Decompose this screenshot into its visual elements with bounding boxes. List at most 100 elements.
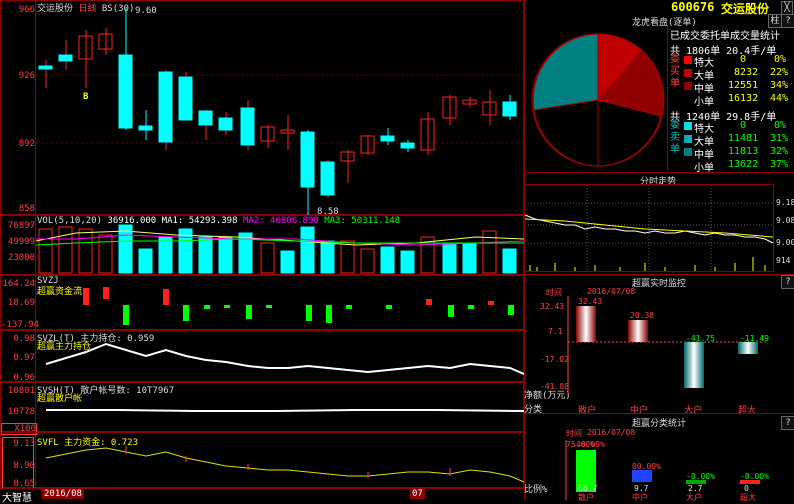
buy-swatch xyxy=(684,95,692,103)
accounts-line xyxy=(46,409,525,412)
question-icon[interactable]: ? xyxy=(781,275,794,289)
sell-row: 特大 0 0% xyxy=(682,120,794,135)
monitor-category: 超大 xyxy=(738,406,757,416)
price-axis-label: 892 xyxy=(18,139,35,149)
candle xyxy=(300,131,315,188)
svsh-axis-label: 10801 xyxy=(7,386,35,396)
svzj-axis-label: -137.94 xyxy=(1,320,39,330)
app-logo: 大智慧 xyxy=(2,493,32,504)
monitor-bar-value: -11.49 xyxy=(740,334,769,343)
quote-header: 600676 交运股份 ╳ xyxy=(526,0,793,16)
volume-bar xyxy=(360,248,375,274)
monitor-bar-large xyxy=(684,342,704,388)
classify-bar-top: -0.00% xyxy=(686,472,715,481)
volume-bar xyxy=(260,242,275,274)
close-icon[interactable]: ╳ xyxy=(781,1,793,15)
monitor-time-label: 时间 xyxy=(546,288,562,297)
row-vol: 11813 xyxy=(728,146,759,157)
classify-title: 超赢分类统计 xyxy=(632,419,687,429)
sell-row: 小单 13622 37% xyxy=(682,159,794,174)
row-pct: 37% xyxy=(770,159,789,170)
buy-side-label: 委买单 xyxy=(670,54,680,89)
buy-row: 中单 12551 34% xyxy=(682,80,794,95)
volume-bar xyxy=(198,236,213,274)
flow-bar xyxy=(183,305,189,321)
timeline-date: 07 xyxy=(410,489,425,499)
timeline-date: 2016/08 xyxy=(42,489,84,499)
buy-row: 大单 8232 22% xyxy=(682,67,794,82)
vol-axis-label: 76897 xyxy=(7,221,35,231)
row-pct: 22% xyxy=(770,67,789,78)
buy-row: 小单 16132 44% xyxy=(682,93,794,108)
candle xyxy=(240,107,255,146)
buy-swatch xyxy=(684,69,692,77)
flow-bar xyxy=(224,305,230,308)
flow-bar xyxy=(426,299,432,305)
svzj-axis-label: 18.69 xyxy=(7,298,35,308)
row-vol: 16132 xyxy=(728,93,759,104)
monitor-date: 2016/07/08 xyxy=(587,287,636,296)
intraday-axis-label: 9.08 xyxy=(776,216,794,225)
volume-bar xyxy=(118,224,133,274)
flow-bar xyxy=(204,305,210,309)
candle xyxy=(118,54,133,129)
stats-title: 已成交委托单成交量统计 xyxy=(670,31,780,42)
classify-date: 2016/07/08 xyxy=(587,428,636,437)
main-holding-line xyxy=(45,342,525,375)
vol-axis-label: 23000 xyxy=(7,253,35,263)
candle xyxy=(320,161,335,196)
monitor-bars xyxy=(567,296,768,396)
candlestick-chart xyxy=(36,8,524,215)
order-stats-table: 已成交委托单成交量统计 共 1806单 20.4手/单 委买单 特大 0 0% … xyxy=(667,26,794,174)
volume-bar xyxy=(138,248,153,274)
svzj-axis-label: 164.24 xyxy=(2,279,35,289)
candle xyxy=(158,71,173,143)
classify-bar-top: -0.00% xyxy=(740,472,769,481)
classify-bar-medium xyxy=(632,470,652,482)
stock-code: 600676 xyxy=(671,0,715,14)
monitor-bar-medium xyxy=(628,320,648,342)
row-vol: 0 xyxy=(740,120,747,131)
sell-swatch xyxy=(684,135,692,143)
flow-bar xyxy=(163,289,169,305)
row-pct: 0% xyxy=(774,54,787,65)
classify-bar-top: 00.00% xyxy=(632,462,661,471)
row-vol: 11481 xyxy=(728,133,759,144)
monitor-bar-xlarge xyxy=(738,342,758,354)
timeline-footer[interactable]: 大智慧 2016/08 07 xyxy=(0,488,524,504)
intraday-axis-label: 9.00 xyxy=(776,238,794,247)
volume-bar xyxy=(320,240,335,274)
candle xyxy=(58,54,73,62)
monitor-title: 超赢实时监控 xyxy=(632,279,687,289)
sell-row: 大单 11481 31% xyxy=(682,133,794,148)
intraday-lines xyxy=(524,185,774,271)
flow-bar xyxy=(448,305,454,317)
holding-line xyxy=(45,342,525,375)
net-amount-label: 净额(万元) xyxy=(524,391,571,401)
sell-swatch xyxy=(684,148,692,156)
volume-bar xyxy=(502,248,517,274)
volume-bar xyxy=(280,250,295,274)
intraday-axis-label: 9.18 xyxy=(776,198,794,207)
intraday-volume-axis: 914 xyxy=(776,256,791,265)
candle xyxy=(138,125,153,131)
capital-line xyxy=(45,447,525,483)
candle xyxy=(400,142,415,149)
monitor-category: 大户 xyxy=(684,406,703,416)
question-icon[interactable]: ? xyxy=(781,416,794,430)
monitor-bar-value: 32.43 xyxy=(578,297,603,306)
price-axis-label: 926 xyxy=(18,71,35,81)
monitor-category: 中户 xyxy=(630,406,649,416)
price-axis-label: 858 xyxy=(18,204,35,214)
volume-bar xyxy=(158,236,173,274)
flow-bar xyxy=(488,301,494,305)
row-name: 小单 xyxy=(694,97,714,108)
svzl-axis-label: 0.98 xyxy=(13,334,35,344)
candle xyxy=(380,135,395,142)
ratio-label: 比例% xyxy=(524,485,548,495)
flow-bar xyxy=(246,305,252,319)
svsh-axis-label: 10778 xyxy=(7,407,35,417)
axis-value-box xyxy=(2,437,34,489)
vol-axis-label: 49999 xyxy=(7,237,35,247)
row-pct: 31% xyxy=(770,133,789,144)
